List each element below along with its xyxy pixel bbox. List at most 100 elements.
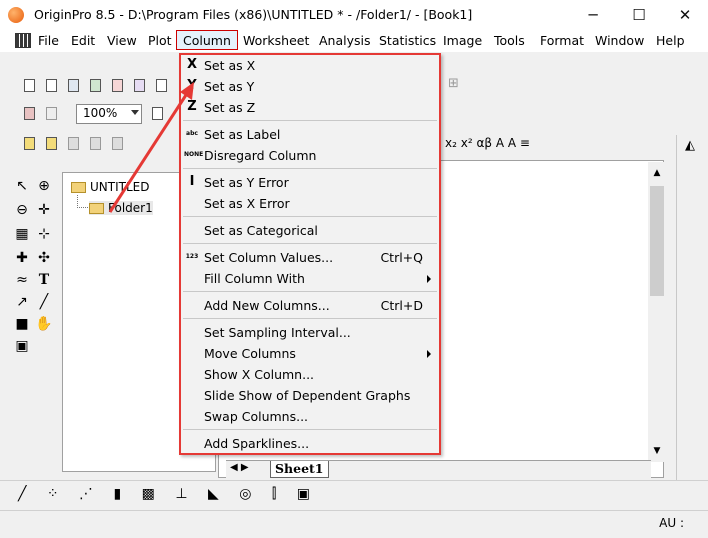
layout-grid-icon: ⊞	[448, 76, 465, 91]
new-graph-icon[interactable]	[108, 76, 126, 94]
pencil-icon[interactable]	[20, 134, 38, 152]
submenu-arrow-icon	[427, 350, 431, 358]
menu-item-set-as-x-error[interactable]: Set as X Error	[181, 193, 439, 214]
folder-open-icon[interactable]	[42, 134, 60, 152]
origin-app-icon	[8, 7, 24, 23]
format-toolbar: x₂ x² αβ A A ≡	[445, 136, 675, 156]
menu-item-move-columns[interactable]: Move Columns	[181, 343, 439, 364]
paint-bucket-icon[interactable]: ◭	[685, 138, 701, 154]
y-icon: Y	[187, 78, 197, 93]
menu-item-set-column-values[interactable]: 123 Set Column Values... Ctrl+Q	[181, 247, 439, 268]
plot-type-icons[interactable]: ╱ ⁘ ⋰ ▮ ▩ ⊥ ◣ ◎ ⫿ ▣	[18, 486, 318, 502]
text-tool-icon[interactable]: T	[34, 270, 54, 290]
new-notes-icon[interactable]	[42, 76, 60, 94]
menu-item-label: Disregard Column	[204, 148, 317, 163]
zoom-out-icon[interactable]: ⊖	[12, 200, 32, 220]
menu-item-label: Add New Columns...	[204, 298, 330, 313]
data-reader-icon[interactable]: ✚	[12, 248, 32, 268]
menu-item-add-new-columns[interactable]: Add New Columns... Ctrl+D	[181, 295, 439, 316]
status-au: AU :	[659, 516, 684, 530]
minimize-button[interactable]: ─	[570, 0, 616, 30]
new-function-icon[interactable]	[152, 76, 170, 94]
menu-item-set-as-y[interactable]: Y Set as Y	[181, 76, 439, 97]
tab-nav-icon[interactable]: ◀ ▶	[230, 462, 249, 473]
hand-icon[interactable]: ✋	[34, 314, 54, 334]
menu-format[interactable]: Format	[540, 33, 584, 48]
menu-tools[interactable]: Tools	[494, 33, 525, 48]
menu-item-show-x-column[interactable]: Show X Column...	[181, 364, 439, 385]
error-bar-icon: I	[189, 174, 195, 189]
menu-statistics[interactable]: Statistics	[379, 33, 436, 48]
window-title: OriginPro 8.5 - D:\Program Files (x86)\U…	[34, 7, 473, 22]
data-selector-icon[interactable]: ▦	[12, 224, 32, 244]
menu-item-label: Set as Label	[204, 127, 281, 142]
menu-worksheet[interactable]: Worksheet	[243, 33, 309, 48]
menu-edit[interactable]: Edit	[71, 33, 95, 48]
menu-analysis[interactable]: Analysis	[319, 33, 371, 48]
menu-item-shortcut: Ctrl+D	[380, 298, 423, 313]
menu-item-set-sampling-interval[interactable]: Set Sampling Interval...	[181, 322, 439, 343]
chevron-down-icon	[131, 110, 139, 115]
vertical-scrollbar[interactable]: ▲ ▼	[648, 162, 666, 462]
rescale-icon[interactable]	[20, 104, 38, 122]
scrollbar-thumb[interactable]	[650, 186, 664, 296]
menu-window[interactable]: Window	[595, 33, 644, 48]
zoom-in-icon[interactable]: ⊕	[34, 176, 54, 196]
submenu-arrow-icon	[427, 275, 431, 283]
menu-item-shortcut: Ctrl+Q	[380, 250, 423, 265]
menu-item-set-as-z[interactable]: Z Set as Z	[181, 97, 439, 118]
label-icon: abc	[186, 130, 198, 137]
menu-file[interactable]: File	[38, 33, 59, 48]
rectangle-tool-icon[interactable]: ■	[12, 314, 32, 334]
menu-plot[interactable]: Plot	[148, 33, 172, 48]
worksheet-doc-icon[interactable]	[15, 33, 31, 48]
menu-item-label: Swap Columns...	[204, 409, 309, 424]
menu-item-set-as-categorical[interactable]: Set as Categorical	[181, 220, 439, 241]
column-menu: X Set as X Y Set as Y Z Set as Z abc Set…	[179, 53, 441, 455]
arrow-tool-icon[interactable]: ↗	[12, 292, 32, 312]
new-matrix-icon[interactable]	[130, 76, 148, 94]
draw-data-icon[interactable]: ≈	[12, 270, 32, 290]
menu-item-set-as-label[interactable]: abc Set as Label	[181, 124, 439, 145]
chevron-down-icon[interactable]: ▼	[651, 446, 663, 456]
region-icon[interactable]: ▣	[12, 336, 32, 356]
menu-item-swap-columns[interactable]: Swap Columns...	[181, 406, 439, 427]
menu-item-add-sparklines[interactable]: Add Sparklines...	[181, 433, 439, 454]
menu-separator	[183, 216, 437, 217]
folder-icon	[89, 203, 104, 214]
menu-view[interactable]: View	[107, 33, 137, 48]
import-icon[interactable]	[64, 134, 82, 152]
menu-item-disregard-column[interactable]: NONE Disregard Column	[181, 145, 439, 166]
new-excel-icon[interactable]	[86, 76, 104, 94]
mask-icon[interactable]: ✣	[34, 248, 54, 268]
screen-reader-icon[interactable]: ⊹	[34, 224, 54, 244]
menu-column[interactable]: Column	[176, 30, 238, 50]
export-icon[interactable]	[86, 134, 104, 152]
tab-sheet1[interactable]: Sheet1	[270, 461, 329, 478]
line-tool-icon[interactable]: ╱	[34, 292, 54, 312]
menu-item-fill-column-with[interactable]: Fill Column With	[181, 268, 439, 289]
print-icon[interactable]	[148, 104, 166, 122]
menu-image[interactable]: Image	[443, 33, 482, 48]
project-folder-label: Folder1	[108, 201, 153, 215]
batch-icon[interactable]	[108, 134, 126, 152]
pointer-icon[interactable]: ↖	[12, 176, 32, 196]
maximize-button[interactable]: ☐	[616, 0, 662, 30]
menu-item-slide-show[interactable]: Slide Show of Dependent Graphs	[181, 385, 439, 406]
chevron-up-icon[interactable]: ▲	[651, 168, 663, 178]
zoom-select[interactable]: 100%	[76, 104, 142, 124]
project-folder1[interactable]: Folder1	[89, 201, 153, 215]
crosshair-icon[interactable]: ✛	[34, 200, 54, 220]
project-root[interactable]: UNTITLED	[71, 180, 149, 194]
menu-help[interactable]: Help	[656, 33, 685, 48]
plot-toolbar: ╱ ⁘ ⋰ ▮ ▩ ⊥ ◣ ◎ ⫿ ▣	[0, 480, 708, 509]
menu-item-label: Slide Show of Dependent Graphs	[204, 388, 411, 403]
menu-item-set-as-x[interactable]: X Set as X	[181, 55, 439, 76]
new-project-icon[interactable]	[20, 76, 38, 94]
close-button[interactable]: ✕	[662, 0, 708, 30]
status-bar: AU :	[0, 510, 708, 538]
new-workbook-icon[interactable]	[64, 76, 82, 94]
runner-icon[interactable]	[42, 104, 60, 122]
menu-item-set-as-y-error[interactable]: I Set as Y Error	[181, 172, 439, 193]
title-bar: OriginPro 8.5 - D:\Program Files (x86)\U…	[0, 0, 708, 31]
